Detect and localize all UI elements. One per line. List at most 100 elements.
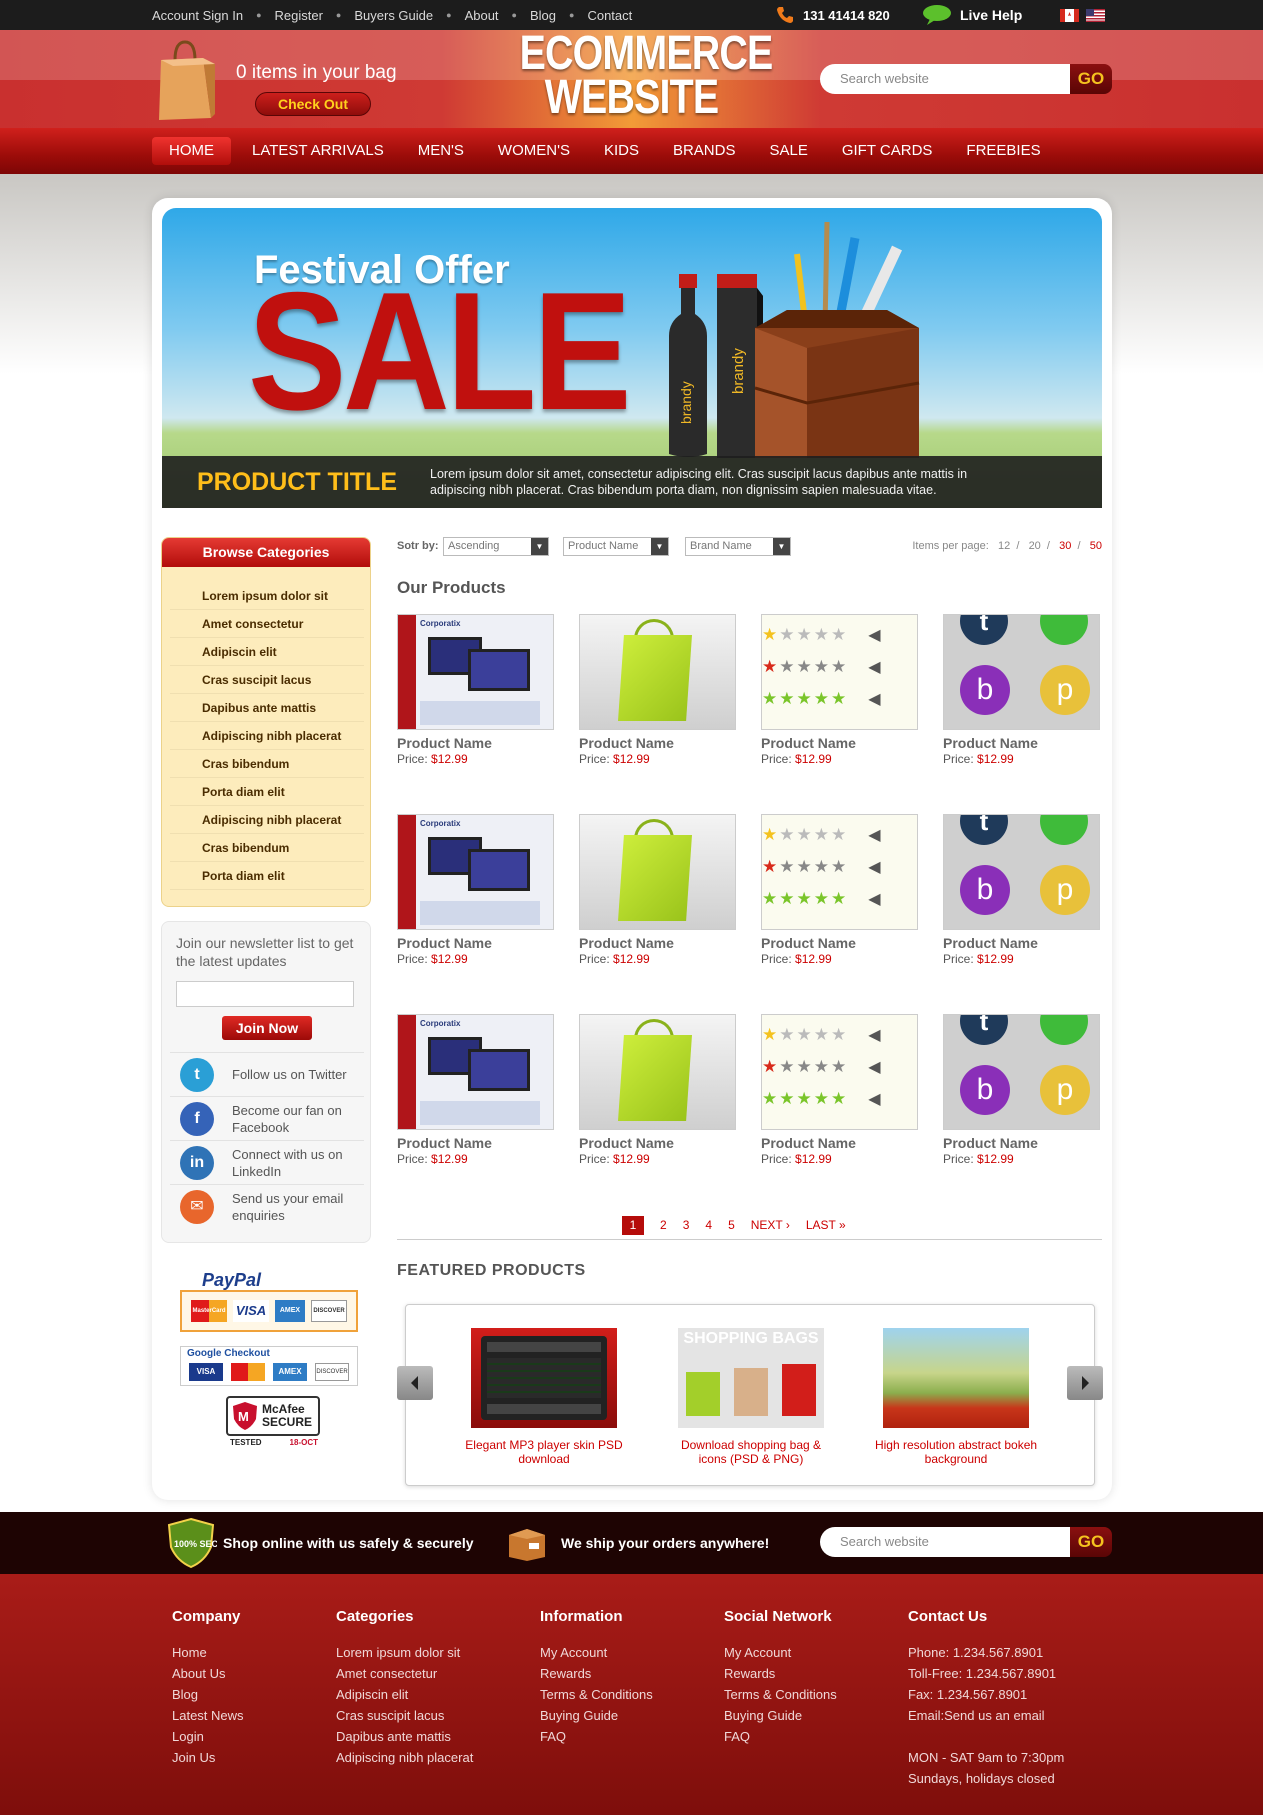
footer-link[interactable]: FAQ xyxy=(540,1726,653,1747)
live-help-link[interactable]: Live Help xyxy=(922,0,1022,30)
nav-womens[interactable]: WOMEN'S xyxy=(481,137,587,165)
category-item[interactable]: Adipiscing nibh placerat xyxy=(170,806,364,834)
nav-home[interactable]: HOME xyxy=(152,137,231,165)
product-image-stars[interactable]: ★ ★ ★ ★ ★ ◀ ★ ★ ★ ★ ★ ◀ ★ ★ ★ ★ ★ ◀ xyxy=(761,1014,918,1130)
category-item[interactable]: Cras suscipit lacus xyxy=(170,666,364,694)
product-card[interactable]: Corporatix Product Name Price: $12.99 xyxy=(397,814,554,974)
category-item[interactable]: Adipiscin elit xyxy=(170,638,364,666)
product-card[interactable]: ★ ★ ★ ★ ★ ◀ ★ ★ ★ ★ ★ ◀ ★ ★ ★ ★ ★ ◀ Product Name Price: $12… xyxy=(761,1014,918,1174)
product-image-bag[interactable] xyxy=(579,814,736,930)
footer-link[interactable]: Lorem ipsum dolor sit xyxy=(336,1642,473,1663)
join-now-button[interactable]: Join Now xyxy=(222,1016,312,1040)
per-page-20[interactable]: 20 xyxy=(1029,540,1041,552)
social-link-linkedin[interactable]: in Connect with us on LinkedIn xyxy=(170,1140,364,1184)
carousel-prev-button[interactable] xyxy=(397,1366,433,1400)
footer-link[interactable]: Dapibus ante mattis xyxy=(336,1726,473,1747)
per-page-30[interactable]: 30 xyxy=(1059,540,1071,552)
product-card[interactable]: Product Name Price: $12.99 xyxy=(579,614,736,774)
product-name[interactable]: Product Name xyxy=(943,735,1038,751)
footer-link[interactable]: Buying Guide xyxy=(540,1705,653,1726)
product-card[interactable]: Product Name Price: $12.99 xyxy=(579,1014,736,1174)
checkout-button[interactable]: Check Out xyxy=(255,92,371,116)
featured-item-shopping-bags[interactable]: SHOPPING BAGS Download shopping bag & ic… xyxy=(666,1328,836,1466)
product-card[interactable]: Corporatix Product Name Price: $12.99 xyxy=(397,614,554,774)
sort-order-dropdown[interactable]: Ascending ▼ xyxy=(443,537,549,556)
product-image-monitor[interactable]: Corporatix xyxy=(397,814,554,930)
nav-kids[interactable]: KIDS xyxy=(587,137,656,165)
nav-sale[interactable]: SALE xyxy=(752,137,824,165)
category-item[interactable]: Cras bibendum xyxy=(170,750,364,778)
last-page-link[interactable]: LAST » xyxy=(806,1218,846,1232)
footer-link[interactable]: About Us xyxy=(172,1663,244,1684)
page-4-link[interactable]: 4 xyxy=(705,1218,712,1232)
footer-link[interactable]: Latest News xyxy=(172,1705,244,1726)
product-card[interactable]: t b p Product Name Price: $12.99 xyxy=(943,814,1100,974)
product-card[interactable]: t b p Product Name Price: $12.99 xyxy=(943,1014,1100,1174)
nav-latest-arrivals[interactable]: LATEST ARRIVALS xyxy=(235,137,401,165)
product-image-monitor[interactable]: Corporatix xyxy=(397,1014,554,1130)
carousel-next-button[interactable] xyxy=(1067,1366,1103,1400)
about-link[interactable]: About xyxy=(465,8,499,23)
product-name[interactable]: Product Name xyxy=(943,935,1038,951)
banner-product-title[interactable]: PRODUCT TITLE xyxy=(197,468,397,497)
search-go-button[interactable]: GO xyxy=(1070,64,1112,94)
category-item[interactable]: Porta diam elit xyxy=(170,862,364,890)
product-image-stars[interactable]: ★ ★ ★ ★ ★ ◀ ★ ★ ★ ★ ★ ◀ ★ ★ ★ ★ ★ ◀ xyxy=(761,614,918,730)
product-name[interactable]: Product Name xyxy=(761,1135,856,1151)
social-link-twitter[interactable]: t Follow us on Twitter xyxy=(170,1052,364,1096)
product-name[interactable]: Product Name xyxy=(943,1135,1038,1151)
register-link[interactable]: Register xyxy=(275,8,323,23)
product-name[interactable]: Product Name xyxy=(397,735,492,751)
page-5-link[interactable]: 5 xyxy=(728,1218,735,1232)
footer-link[interactable]: Terms & Conditions xyxy=(724,1684,837,1705)
product-name[interactable]: Product Name xyxy=(579,1135,674,1151)
product-image-bag[interactable] xyxy=(579,614,736,730)
contact-link[interactable]: Contact xyxy=(587,8,632,23)
category-item[interactable]: Amet consectetur xyxy=(170,610,364,638)
product-card[interactable]: t b p Product Name Price: $12.99 xyxy=(943,614,1100,774)
social-link-facebook[interactable]: f Become our fan on Facebook xyxy=(170,1096,364,1140)
footer-link[interactable]: Terms & Conditions xyxy=(540,1684,653,1705)
per-page-12[interactable]: 12 xyxy=(998,540,1010,552)
sort-brand-name-dropdown[interactable]: Brand Name ▼ xyxy=(685,537,791,556)
footer-link[interactable]: Buying Guide xyxy=(724,1705,837,1726)
footer-link[interactable]: Rewards xyxy=(724,1663,837,1684)
footer-link[interactable]: My Account xyxy=(724,1642,837,1663)
product-card[interactable]: Corporatix Product Name Price: $12.99 xyxy=(397,1014,554,1174)
footer-link[interactable]: Home xyxy=(172,1642,244,1663)
newsletter-email-input[interactable] xyxy=(176,981,354,1007)
footer-search-input[interactable]: Search website xyxy=(820,1527,1070,1557)
sort-product-name-dropdown[interactable]: Product Name ▼ xyxy=(563,537,669,556)
product-name[interactable]: Product Name xyxy=(579,735,674,751)
product-card[interactable]: Product Name Price: $12.99 xyxy=(579,814,736,974)
nav-mens[interactable]: MEN'S xyxy=(401,137,481,165)
per-page-50[interactable]: 50 xyxy=(1090,540,1102,552)
footer-link[interactable]: Join Us xyxy=(172,1747,244,1768)
product-image-social[interactable]: tbp xyxy=(943,614,1100,730)
product-image-monitor[interactable]: Corporatix xyxy=(397,614,554,730)
page-2-link[interactable]: 2 xyxy=(660,1218,667,1232)
footer-link[interactable]: Rewards xyxy=(540,1663,653,1684)
footer-link[interactable]: Adipiscin elit xyxy=(336,1684,473,1705)
footer-link[interactable]: FAQ xyxy=(724,1726,837,1747)
product-name[interactable]: Product Name xyxy=(761,735,856,751)
contact-email-link[interactable]: Email:Send us an email xyxy=(908,1705,1064,1726)
search-input[interactable]: Search website xyxy=(820,64,1070,94)
account-sign-in-link[interactable]: Account Sign In xyxy=(152,8,243,23)
product-name[interactable]: Product Name xyxy=(397,1135,492,1151)
nav-gift-cards[interactable]: GIFT CARDS xyxy=(825,137,950,165)
nav-freebies[interactable]: FREEBIES xyxy=(949,137,1057,165)
footer-link[interactable]: Cras suscipit lacus xyxy=(336,1705,473,1726)
product-card[interactable]: ★ ★ ★ ★ ★ ◀ ★ ★ ★ ★ ★ ◀ ★ ★ ★ ★ ★ ◀ Product Name Price: $12… xyxy=(761,614,918,774)
product-name[interactable]: Product Name xyxy=(579,935,674,951)
usa-flag-icon[interactable] xyxy=(1086,9,1105,22)
buyers-guide-link[interactable]: Buyers Guide xyxy=(354,8,433,23)
site-logo[interactable]: ECOMMERCE WEBSITE xyxy=(520,30,774,122)
footer-link[interactable]: Blog xyxy=(172,1684,244,1705)
page-1-link[interactable]: 1 xyxy=(622,1215,644,1235)
category-item[interactable]: Porta diam elit xyxy=(170,778,364,806)
blog-link[interactable]: Blog xyxy=(530,8,556,23)
featured-item-bokeh-background[interactable]: High resolution abstract bokeh backgroun… xyxy=(871,1328,1041,1466)
footer-link[interactable]: My Account xyxy=(540,1642,653,1663)
category-item[interactable]: Cras bibendum xyxy=(170,834,364,862)
